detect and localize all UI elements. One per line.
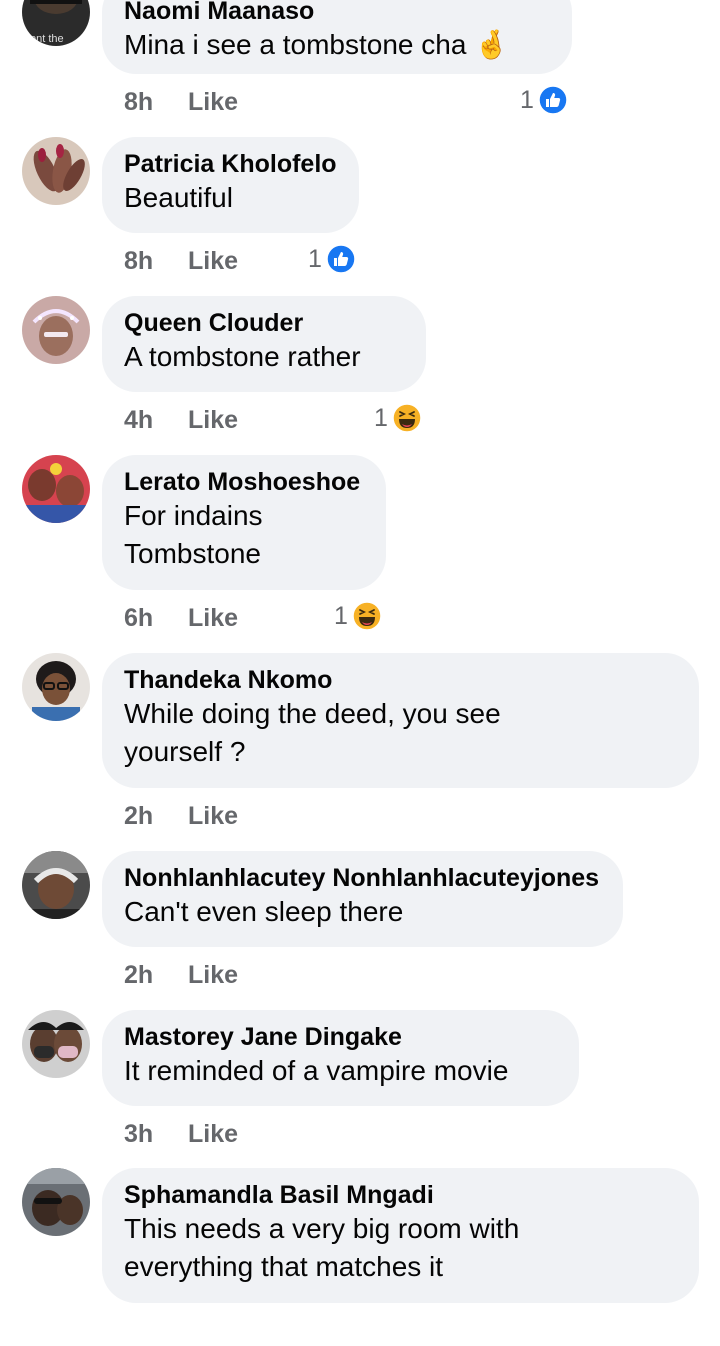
comment-bubble: Naomi Maanaso Mina i see a tombstone cha…: [102, 0, 572, 74]
comment-text: While doing the deed, you see yourself ?: [124, 698, 501, 767]
comment-text: For indains Tombstone: [124, 500, 263, 569]
comment-author[interactable]: Queen Clouder: [124, 308, 404, 338]
comment-bubble: Sphamandla Basil Mngadi This needs a ver…: [102, 1168, 699, 1303]
comment-author[interactable]: Naomi Maanaso: [124, 0, 550, 26]
like-button[interactable]: Like: [188, 603, 238, 633]
like-icon: [538, 85, 568, 115]
comment-text: Mina i see a tombstone cha 🤞: [124, 29, 510, 60]
comment-time[interactable]: 2h: [124, 960, 188, 990]
avatar[interactable]: [22, 296, 90, 364]
comment-time[interactable]: 3h: [124, 1119, 188, 1149]
comment-time[interactable]: 6h: [124, 603, 188, 633]
comment-text: Can't even sleep there: [124, 896, 404, 927]
avatar[interactable]: [22, 1168, 90, 1236]
comment-bubble: Patricia Kholofelo Beautiful: [102, 137, 359, 233]
reaction-count-label: 1: [520, 86, 534, 114]
comment-meta: 2h Like: [124, 960, 238, 990]
comment-bubble: Lerato Moshoeshoe For indains Tombstone: [102, 455, 386, 590]
haha-icon: [352, 601, 382, 631]
comment-author[interactable]: Lerato Moshoeshoe: [124, 467, 364, 497]
like-button[interactable]: Like: [188, 960, 238, 990]
like-button[interactable]: Like: [188, 801, 238, 831]
avatar[interactable]: ont the: [22, 0, 90, 46]
reaction-count-label: 1: [374, 404, 388, 432]
comment-time[interactable]: 8h: [124, 87, 188, 117]
reaction-count[interactable]: 1: [334, 601, 382, 631]
like-button[interactable]: Like: [188, 246, 238, 276]
comment-meta: 8h Like: [124, 246, 238, 276]
haha-icon: [392, 403, 422, 433]
comment-meta: 3h Like: [124, 1119, 238, 1149]
reaction-count-label: 1: [308, 245, 322, 273]
comment-bubble: Queen Clouder A tombstone rather: [102, 296, 426, 392]
comment-bubble: Mastorey Jane Dingake It reminded of a v…: [102, 1010, 579, 1106]
avatar[interactable]: [22, 455, 90, 523]
comment-text: It reminded of a vampire movie: [124, 1055, 509, 1086]
like-icon: [326, 244, 356, 274]
like-button[interactable]: Like: [188, 1119, 238, 1149]
comment-author[interactable]: Mastorey Jane Dingake: [124, 1022, 557, 1052]
comment-meta: [124, 1316, 188, 1346]
comment-meta: 8h Like: [124, 87, 238, 117]
comment-time[interactable]: 8h: [124, 246, 188, 276]
comment-text: Beautiful: [124, 182, 233, 213]
comment-bubble: Thandeka Nkomo While doing the deed, you…: [102, 653, 699, 788]
like-button[interactable]: Like: [188, 405, 238, 435]
reaction-count[interactable]: 1: [520, 85, 568, 115]
comment-meta: 6h Like: [124, 603, 238, 633]
reaction-count-label: 1: [334, 602, 348, 630]
comment-time[interactable]: 2h: [124, 801, 188, 831]
comment-meta: 4h Like: [124, 405, 238, 435]
comment-author[interactable]: Sphamandla Basil Mngadi: [124, 1180, 677, 1210]
avatar[interactable]: [22, 137, 90, 205]
comment-author[interactable]: Patricia Kholofelo: [124, 149, 337, 179]
comment-bubble: Nonhlanhlacutey Nonhlanhlacuteyjones Can…: [102, 851, 623, 947]
avatar[interactable]: [22, 1010, 90, 1078]
reaction-count[interactable]: 1: [308, 244, 356, 274]
reaction-count[interactable]: 1: [374, 403, 422, 433]
comment-text: A tombstone rather: [124, 341, 361, 372]
avatar[interactable]: [22, 653, 90, 721]
like-button[interactable]: Like: [188, 87, 238, 117]
comment-time[interactable]: 4h: [124, 405, 188, 435]
comment-meta: 2h Like: [124, 801, 238, 831]
avatar[interactable]: [22, 851, 90, 919]
comment-author[interactable]: Thandeka Nkomo: [124, 665, 677, 695]
avatar-caption: ont the: [30, 33, 64, 45]
comment-author[interactable]: Nonhlanhlacutey Nonhlanhlacuteyjones: [124, 863, 601, 893]
comment-text: This needs a very big room with everythi…: [124, 1213, 520, 1282]
